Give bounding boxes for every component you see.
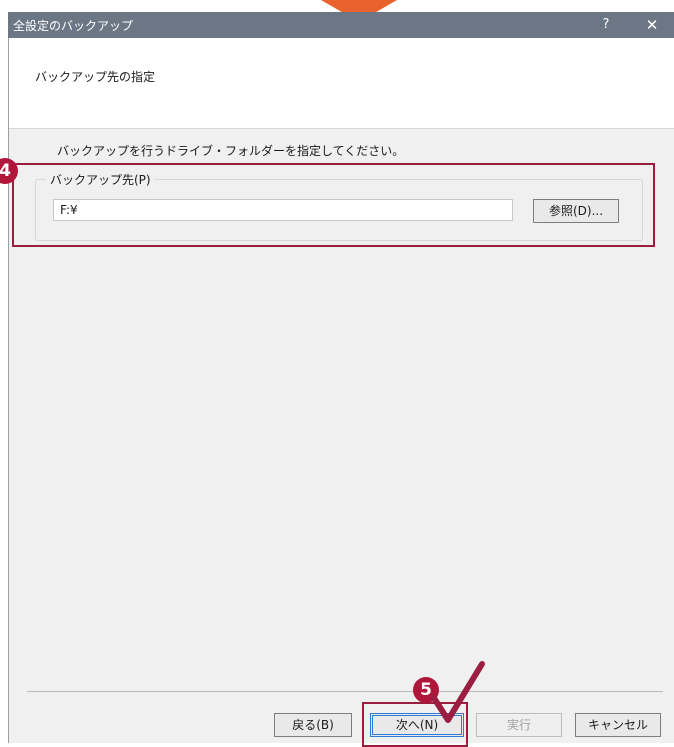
window-title: 全設定のバックアップ xyxy=(13,19,134,33)
checkmark-icon xyxy=(431,661,485,723)
footer-separator xyxy=(27,691,663,692)
back-button[interactable]: 戻る(B) xyxy=(274,713,352,737)
page-heading: バックアップ先の指定 xyxy=(35,70,156,84)
run-button[interactable]: 実行 xyxy=(476,713,562,737)
header-pane: バックアップ先の指定 xyxy=(9,38,674,129)
cancel-button[interactable]: キャンセル xyxy=(575,713,661,737)
help-button[interactable]: ? xyxy=(586,12,626,38)
step-4-highlight xyxy=(12,163,655,247)
close-button[interactable]: ✕ xyxy=(632,12,672,38)
title-bar: 全設定のバックアップ ? ✕ xyxy=(8,12,674,38)
instruction-text: バックアップを行うドライブ・フォルダーを指定してください。 xyxy=(57,144,405,158)
dialog-body: バックアップ先の指定 バックアップを行うドライブ・フォルダーを指定してください。… xyxy=(8,38,674,743)
